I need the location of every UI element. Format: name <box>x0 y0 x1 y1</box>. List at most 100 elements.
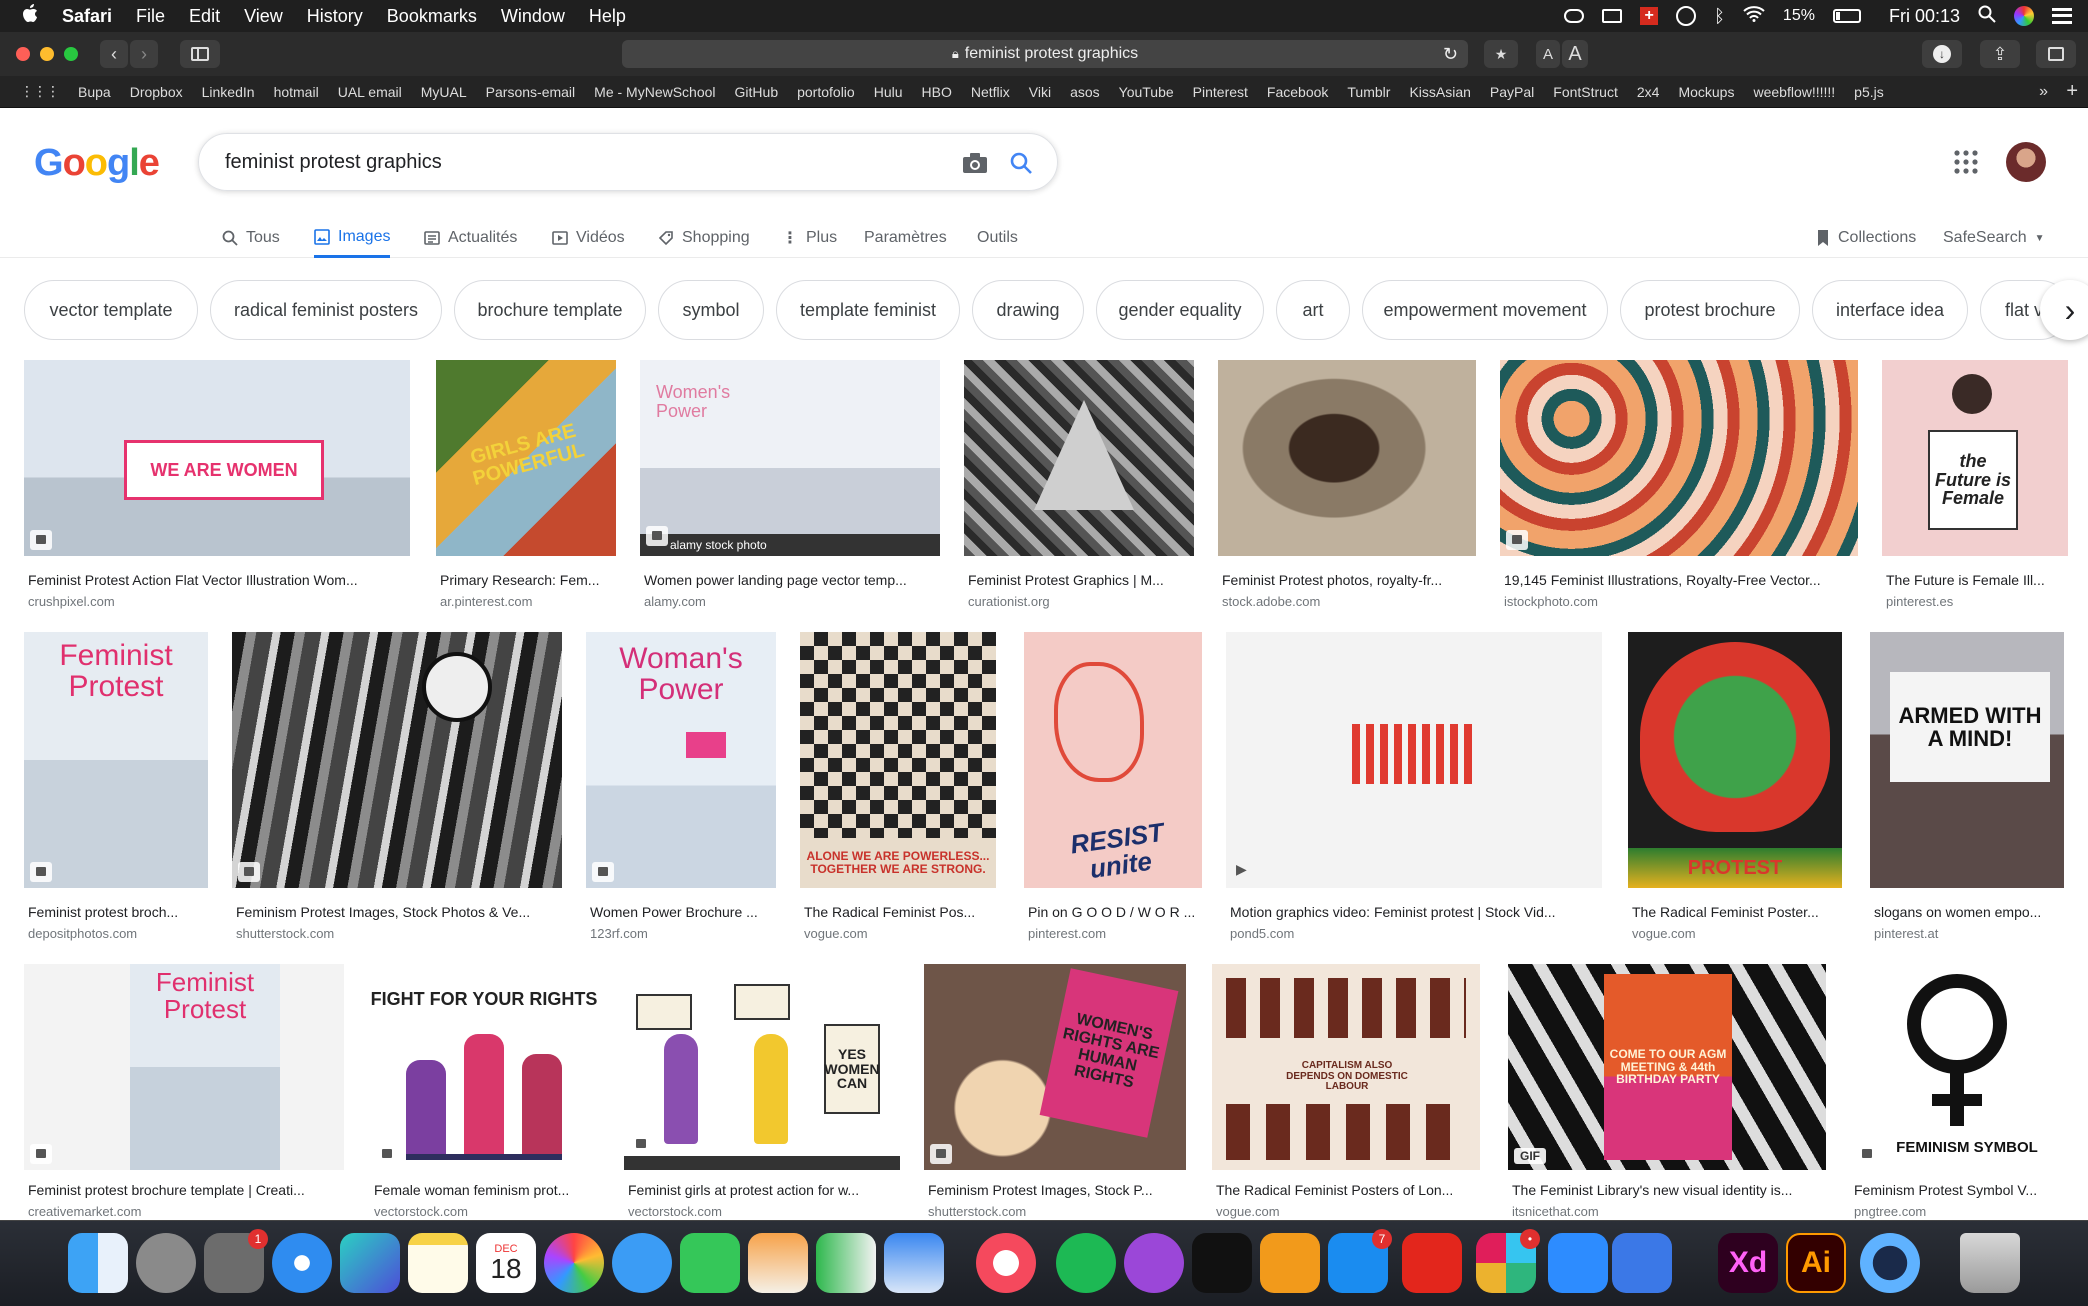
result-source[interactable]: vogue.com <box>804 926 868 941</box>
tab-tools[interactable]: Outils <box>977 218 1018 258</box>
favorite-dropbox[interactable]: Dropbox <box>130 84 183 100</box>
image-result[interactable]: ▶ Motion graphics video: Feminist protes… <box>1226 632 1602 941</box>
favorite-paypal[interactable]: PayPal <box>1490 84 1534 100</box>
result-source[interactable]: stock.adobe.com <box>1222 594 1320 609</box>
favorite-netflix[interactable]: Netflix <box>971 84 1010 100</box>
user-account-icon[interactable] <box>2014 6 2034 26</box>
result-title[interactable]: The Radical Feminist Pos... <box>804 904 994 920</box>
system-preferences-icon[interactable]: 1 <box>204 1229 268 1293</box>
pages-icon[interactable] <box>748 1233 808 1293</box>
result-title[interactable]: Women power landing page vector temp... <box>644 572 938 588</box>
favorite-youtube[interactable]: YouTube <box>1119 84 1174 100</box>
play-icon[interactable]: ▶ <box>1236 861 1247 878</box>
numbers-icon[interactable] <box>816 1233 876 1293</box>
result-thumbnail[interactable]: COME TO OUR AGM MEETING & 44th BIRTHDAY … <box>1508 964 1826 1170</box>
result-source[interactable]: shutterstock.com <box>236 926 334 941</box>
result-source[interactable]: depositphotos.com <box>28 926 137 941</box>
google-logo[interactable]: Google <box>34 142 160 185</box>
result-title[interactable]: Feminism Protest Images, Stock P... <box>928 1182 1184 1198</box>
downloads-button[interactable]: ↓ <box>1922 40 1962 68</box>
menu-help[interactable]: Help <box>589 6 626 27</box>
search-icon[interactable] <box>1005 147 1037 179</box>
zoom-icon[interactable] <box>1548 1233 1608 1293</box>
search-input[interactable] <box>225 146 905 178</box>
result-thumbnail[interactable]: GIRLS ARE POWERFUL <box>436 360 616 556</box>
image-result[interactable]: CAPITALISM ALSO DEPENDS ON DOMESTIC LABO… <box>1212 964 1480 1220</box>
keynote-icon[interactable] <box>884 1233 944 1293</box>
messages-icon[interactable] <box>612 1233 672 1293</box>
books-icon[interactable] <box>1260 1233 1320 1293</box>
result-source[interactable]: pngtree.com <box>1854 1204 1926 1219</box>
swiss-flag-icon[interactable]: + <box>1640 7 1659 25</box>
result-thumbnail[interactable] <box>964 360 1194 556</box>
result-thumbnail[interactable]: Feminist Protest <box>24 964 344 1170</box>
spotify-icon[interactable] <box>1056 1233 1116 1293</box>
result-thumbnail[interactable]: Woman's Power <box>586 632 776 888</box>
avatar[interactable] <box>2006 142 2046 182</box>
image-result[interactable]: WOMEN'S RIGHTS ARE HUMAN RIGHTS Feminism… <box>924 964 1186 1220</box>
image-result[interactable]: Woman's Power Women Power Brochure ... 1… <box>586 632 776 941</box>
podcasts-icon[interactable] <box>1124 1233 1184 1293</box>
creative-cloud-icon[interactable] <box>1564 9 1585 23</box>
favorite-2x4[interactable]: 2x4 <box>1637 84 1660 100</box>
reload-icon[interactable]: ↻ <box>1443 44 1458 65</box>
chip-art[interactable]: art <box>1276 280 1350 340</box>
result-title[interactable]: Feminist Protest photos, royalty-fr... <box>1222 572 1474 588</box>
image-result[interactable]: Feminist Protest Feminist protest broch.… <box>24 632 208 941</box>
tab-images[interactable]: Images <box>314 218 391 258</box>
minimize-window-button[interactable] <box>40 47 54 61</box>
result-thumbnail[interactable] <box>1218 360 1476 556</box>
google-drive-icon[interactable] <box>1612 1233 1672 1293</box>
result-thumbnail[interactable] <box>1500 360 1858 556</box>
result-thumbnail[interactable]: Women's Power alamy stock photo <box>640 360 940 556</box>
result-title[interactable]: Pin on G O O D / W O R ... <box>1028 904 1200 920</box>
result-thumbnail[interactable]: ▶ <box>1226 632 1602 888</box>
result-source[interactable]: vogue.com <box>1216 1204 1280 1219</box>
favorite-ual-email[interactable]: UAL email <box>338 84 402 100</box>
image-result[interactable]: PROTEST The Radical Feminist Poster... v… <box>1628 632 1842 941</box>
result-source[interactable]: pinterest.at <box>1874 926 1938 941</box>
favorite-mockups[interactable]: Mockups <box>1678 84 1734 100</box>
favorite-weebflow[interactable]: weebflow!!!!!! <box>1753 84 1835 100</box>
result-thumbnail[interactable]: ARMED WITH A MIND! <box>1870 632 2064 888</box>
chip-protest-brochure[interactable]: protest brochure <box>1620 280 1800 340</box>
result-title[interactable]: The Radical Feminist Poster... <box>1632 904 1840 920</box>
image-result[interactable]: Feminism Protest Images, Stock Photos & … <box>232 632 562 941</box>
forward-button[interactable]: › <box>130 40 158 68</box>
chip-vector-template[interactable]: vector template <box>24 280 198 340</box>
trash-icon[interactable] <box>1960 1233 2020 1293</box>
camera-search-icon[interactable] <box>959 147 991 179</box>
result-source[interactable]: istockphoto.com <box>1504 594 1598 609</box>
menu-file[interactable]: File <box>136 6 165 27</box>
app-name[interactable]: Safari <box>62 6 112 27</box>
favorite-viki[interactable]: Viki <box>1029 84 1051 100</box>
result-source[interactable]: crushpixel.com <box>28 594 115 609</box>
tab-news[interactable]: Actualités <box>424 218 517 258</box>
adobe-xd-icon[interactable]: Xd <box>1718 1233 1778 1293</box>
result-thumbnail[interactable]: WOMEN'S RIGHTS ARE HUMAN RIGHTS <box>924 964 1186 1170</box>
image-result[interactable]: Feminist Protest Feminist protest brochu… <box>24 964 344 1220</box>
favorite-facebook[interactable]: Facebook <box>1267 84 1328 100</box>
image-result[interactable]: ALONE WE ARE POWERLESS... TOGETHER WE AR… <box>800 632 996 941</box>
result-thumbnail[interactable]: Feminist Protest <box>24 632 208 888</box>
result-title[interactable]: Feminism Protest Images, Stock Photos & … <box>236 904 560 920</box>
result-thumbnail[interactable]: the Future is Female <box>1882 360 2068 556</box>
favorite-tumblr[interactable]: Tumblr <box>1347 84 1390 100</box>
favorite-myual[interactable]: MyUAL <box>421 84 467 100</box>
facetime-icon[interactable] <box>680 1233 740 1293</box>
favorite-linkedin[interactable]: LinkedIn <box>202 84 255 100</box>
bluetooth-icon[interactable]: ᛒ <box>1714 6 1725 27</box>
favorite-pinterest[interactable]: Pinterest <box>1193 84 1248 100</box>
favorite-github[interactable]: GitHub <box>735 84 779 100</box>
text-smaller-button[interactable]: A <box>1536 40 1560 68</box>
launchpad-icon[interactable] <box>136 1233 196 1293</box>
menu-edit[interactable]: Edit <box>189 6 220 27</box>
result-title[interactable]: Primary Research: Fem... <box>440 572 614 588</box>
chip-gender-equality[interactable]: gender equality <box>1096 280 1264 340</box>
finder-icon[interactable] <box>68 1233 128 1293</box>
favorite-p5js[interactable]: p5.js <box>1854 84 1884 100</box>
result-title[interactable]: The Future is Female Ill... <box>1886 572 2066 588</box>
result-thumbnail[interactable]: WE ARE WOMEN <box>24 360 410 556</box>
tab-videos[interactable]: Vidéos <box>552 218 625 258</box>
sidebar-toggle-button[interactable] <box>180 40 220 68</box>
